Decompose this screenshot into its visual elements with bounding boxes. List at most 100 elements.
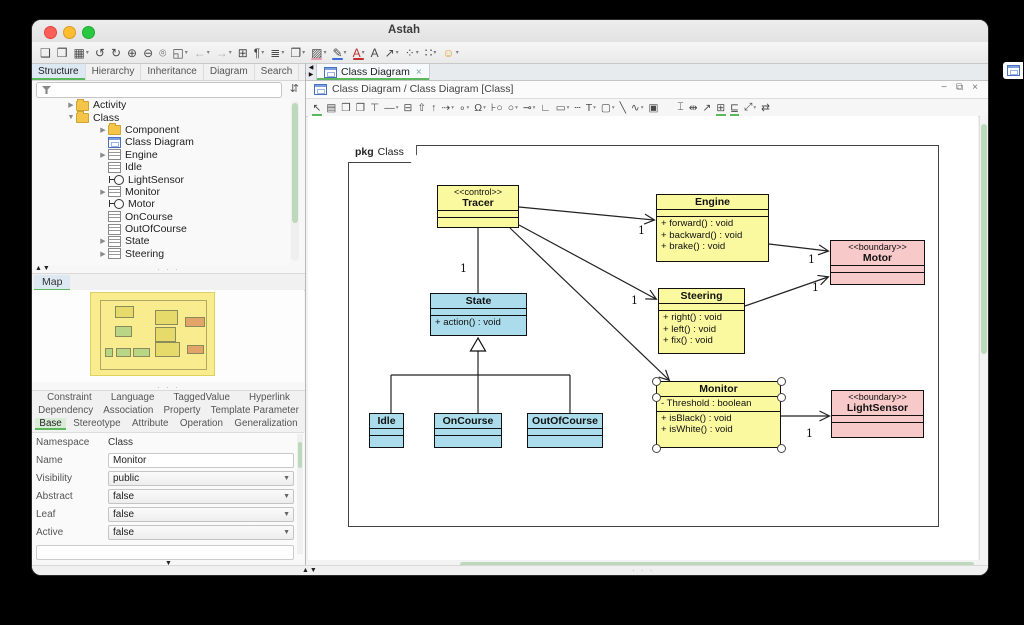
- active-select[interactable]: false▼: [108, 525, 294, 540]
- selection-handle[interactable]: [777, 377, 786, 386]
- generalization-tool[interactable]: ⇧: [415, 100, 429, 116]
- tab-diagram[interactable]: Diagram: [204, 64, 255, 80]
- jump-pointer-icon[interactable]: ↗: [700, 100, 714, 116]
- frame-tool[interactable]: ▭▾: [553, 100, 572, 116]
- forward-icon[interactable]: →▾: [213, 43, 235, 62]
- tab-template-parameter[interactable]: Template Parameter: [207, 405, 303, 416]
- tab-constraint[interactable]: Constraint: [43, 392, 96, 403]
- realization-tool[interactable]: ↑: [429, 100, 439, 116]
- show-label-icon[interactable]: ¶▾: [251, 43, 267, 62]
- expand-collapsed-icon[interactable]: ▶: [98, 237, 108, 245]
- tab-map[interactable]: Map: [34, 275, 70, 291]
- class-monitor[interactable]: Monitor- Threshold : boolean+ isBlack() …: [656, 381, 781, 448]
- expand-collapsed-icon[interactable]: ▶: [66, 101, 76, 109]
- tree-item-idle[interactable]: Idle: [32, 161, 290, 173]
- usecase-tool[interactable]: Ω▾: [472, 100, 489, 116]
- tree-item-class[interactable]: ▼Class: [32, 111, 290, 123]
- tab-dependency[interactable]: Dependency: [34, 405, 97, 416]
- selection-handle[interactable]: [777, 444, 786, 453]
- zoom-reset-icon[interactable]: ⌾: [156, 43, 169, 62]
- tab-operation[interactable]: Operation: [176, 418, 227, 429]
- diagonal-line-icon[interactable]: ⤢▾: [741, 100, 758, 116]
- leaf-select[interactable]: false▼: [108, 507, 294, 522]
- font-size-icon[interactable]: A: [368, 43, 382, 62]
- save-icon[interactable]: ▦▾: [71, 43, 92, 62]
- tab-stereotype[interactable]: Stereotype: [69, 418, 124, 429]
- inner-restore-icon[interactable]: ⧉: [956, 82, 963, 93]
- background-panel-icon[interactable]: [1003, 62, 1023, 79]
- tree-item-steering[interactable]: ▶Steering: [32, 248, 290, 260]
- tree-item-lightsensor[interactable]: LightSensor: [32, 173, 290, 185]
- distribute-vertical-icon[interactable]: ⌶: [675, 100, 686, 116]
- subsystem-tool[interactable]: ❐: [353, 100, 367, 116]
- lollipop-tool[interactable]: ⊸▾: [520, 100, 538, 116]
- dependency-tool[interactable]: ⇢▾: [439, 100, 457, 116]
- font-color-icon[interactable]: A▾: [350, 43, 368, 62]
- selection-handle[interactable]: [777, 393, 786, 402]
- mini-tools-icon[interactable]: ∷▾: [422, 43, 440, 62]
- rect-tool[interactable]: ▢▾: [598, 100, 617, 116]
- sync-selection-icon[interactable]: ⇵: [290, 82, 299, 95]
- tab-structure[interactable]: Structure: [32, 64, 86, 80]
- stack-order-icon[interactable]: ❐▾: [287, 43, 308, 62]
- snap-toggle-icon[interactable]: ⊑: [728, 100, 742, 116]
- title-bar[interactable]: Astah: [32, 20, 988, 43]
- redo-icon[interactable]: ↻: [108, 43, 124, 62]
- related-elements-icon[interactable]: ⁘▾: [402, 43, 422, 62]
- expand-expanded-icon[interactable]: ▼: [66, 114, 76, 121]
- class-motor[interactable]: <<boundary>>Motor: [830, 240, 925, 285]
- panel-splitter-top[interactable]: ▲▼ · · ·: [32, 265, 305, 273]
- back-icon[interactable]: ←▾: [191, 43, 213, 62]
- tab-scroll-chevrons[interactable]: ◀▶: [307, 65, 315, 79]
- tree-item-motor[interactable]: Motor: [32, 198, 290, 210]
- property-scrollbar[interactable]: [297, 434, 303, 554]
- tree-filter-input[interactable]: [36, 82, 282, 98]
- class-state[interactable]: State+ action() : void: [430, 293, 527, 336]
- selection-handle[interactable]: [652, 444, 661, 453]
- zoom-window-icon[interactable]: [82, 26, 95, 39]
- expand-collapsed-icon[interactable]: ▶: [98, 188, 108, 196]
- corner-line-tool[interactable]: ∟: [538, 100, 553, 116]
- tab-hierarchy[interactable]: Hierarchy: [86, 64, 142, 80]
- emoji-icon[interactable]: ☺▾: [439, 43, 461, 62]
- selection-handle[interactable]: [652, 393, 661, 402]
- dashed-line-tool[interactable]: ┄: [572, 100, 583, 116]
- line-shape-icon[interactable]: ↗▾: [382, 43, 402, 62]
- instance-tool[interactable]: ∘▾: [456, 100, 471, 116]
- tree-item-activity[interactable]: ▶Activity: [32, 99, 290, 111]
- tree-item-component[interactable]: ▶Component: [32, 124, 290, 136]
- boundary-tool[interactable]: ⊦○: [488, 100, 505, 116]
- class-outofcourse[interactable]: OutOfCourse: [527, 413, 603, 448]
- open-file-icon[interactable]: ❒: [54, 43, 71, 62]
- tab-language[interactable]: Language: [107, 392, 159, 403]
- swap-tool[interactable]: ⇄: [759, 100, 773, 116]
- name-field[interactable]: Monitor: [108, 453, 294, 468]
- tab-inheritance[interactable]: Inheritance: [141, 64, 203, 80]
- control-tool[interactable]: ○▾: [505, 100, 520, 116]
- tree-item-outofcourse[interactable]: OutOfCourse: [32, 223, 290, 235]
- class-engine[interactable]: Engine+ forward() : void+ backward() : v…: [656, 194, 769, 262]
- line-tool[interactable]: ╲: [617, 100, 628, 116]
- tab-search[interactable]: Search: [255, 64, 300, 80]
- fill-color-icon[interactable]: ▨▾: [308, 43, 329, 62]
- tab-generalization[interactable]: Generalization: [230, 418, 301, 429]
- tab-property[interactable]: Property: [160, 405, 205, 416]
- tab-close-icon[interactable]: ×: [416, 67, 422, 78]
- class-idle[interactable]: Idle: [369, 413, 404, 448]
- class-lightsensor[interactable]: <<boundary>>LightSensor: [831, 390, 924, 438]
- text-tool[interactable]: T▾: [583, 100, 598, 116]
- association-tool[interactable]: —▾: [382, 100, 401, 116]
- new-file-icon[interactable]: ❑: [37, 43, 54, 62]
- abstract-select[interactable]: false▼: [108, 489, 294, 504]
- minimize-window-icon[interactable]: [63, 26, 76, 39]
- canvas-vscrollbar[interactable]: [979, 116, 988, 560]
- collapse-arrows-icon[interactable]: ▲▼: [302, 567, 318, 574]
- tab-base[interactable]: Base: [35, 418, 65, 429]
- class-steering[interactable]: Steering+ right() : void+ left() : void+…: [658, 288, 745, 354]
- class-tracer[interactable]: <<control>>Tracer: [437, 185, 519, 228]
- class-tool[interactable]: ▤: [324, 100, 339, 116]
- undo-icon[interactable]: ↺: [92, 43, 108, 62]
- tree-item-monitor[interactable]: ▶Monitor: [32, 186, 290, 198]
- tree-item-class-diagram[interactable]: Class Diagram: [32, 136, 290, 148]
- tab-association[interactable]: Association: [99, 405, 157, 416]
